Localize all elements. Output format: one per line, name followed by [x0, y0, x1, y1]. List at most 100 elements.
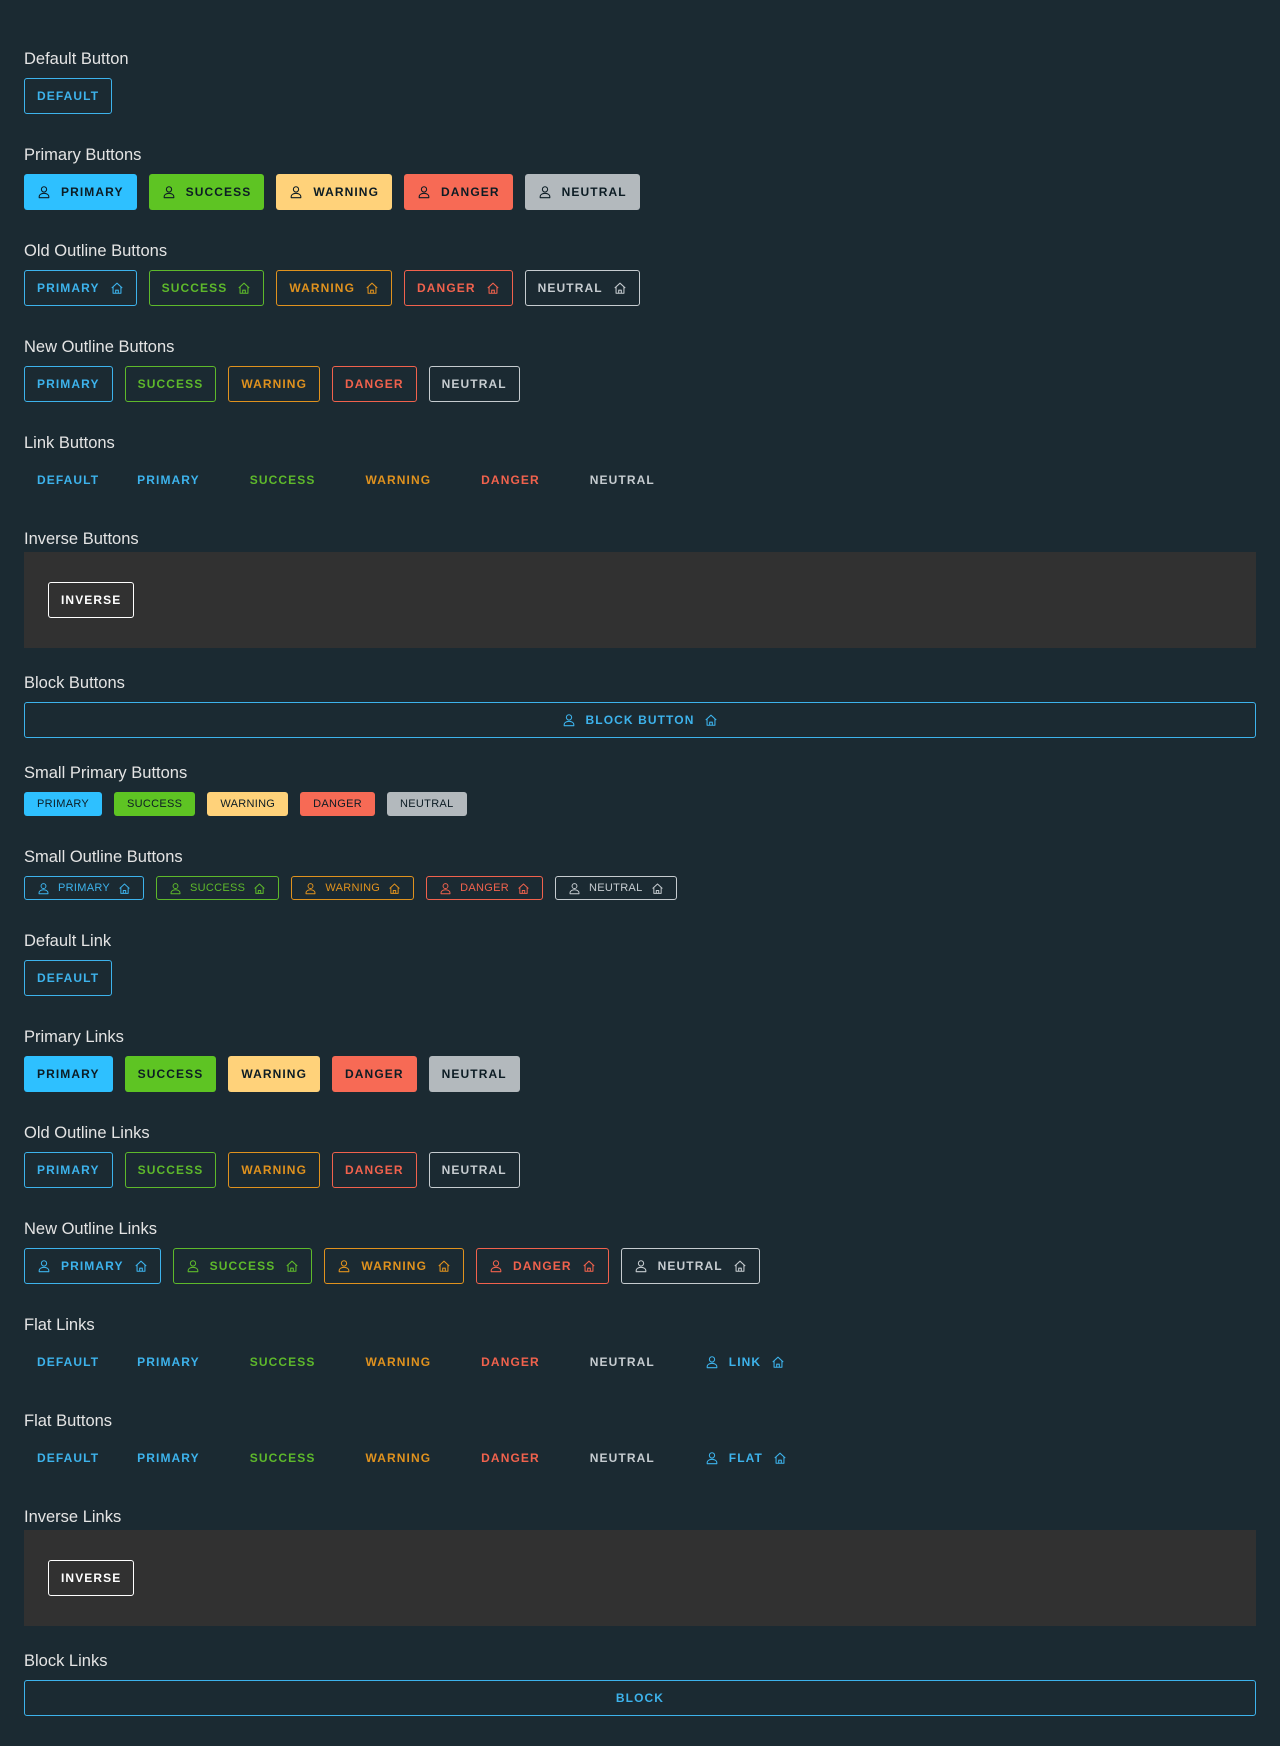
link-success-button[interactable]: SUCCESS: [237, 462, 341, 498]
block-link[interactable]: BLOCK: [24, 1680, 1256, 1716]
home-icon: [704, 713, 718, 727]
user-icon: [634, 1259, 648, 1273]
inverse-link[interactable]: INVERSE: [48, 1560, 135, 1596]
link-neutral-button[interactable]: NEUTRAL: [577, 462, 668, 498]
user-icon: [562, 713, 576, 727]
small-success-button[interactable]: SUCCESS: [114, 792, 196, 816]
link-danger-button[interactable]: DANGER: [468, 462, 565, 498]
flat-neutral-button[interactable]: NEUTRAL: [577, 1440, 680, 1476]
outline-neutral-link[interactable]: NEUTRAL: [428, 1152, 520, 1188]
outline-neutral-link[interactable]: NEUTRAL: [620, 1248, 760, 1284]
new-outline-buttons-row: PRIMARY SUCCESS WARNING DANGER NEUTRAL: [24, 366, 532, 402]
outline-warning-link[interactable]: WARNING: [324, 1248, 465, 1284]
link-primary-button[interactable]: PRIMARY: [124, 462, 225, 498]
home-icon: [582, 1259, 596, 1273]
link-warning-button[interactable]: WARNING: [352, 462, 456, 498]
flat-warning-link[interactable]: WARNING: [352, 1344, 456, 1380]
small-warning-button[interactable]: WARNING: [207, 792, 289, 816]
flat-link-with-icons[interactable]: LINK: [692, 1344, 798, 1380]
user-icon: [304, 882, 317, 895]
user-icon: [289, 185, 303, 199]
flat-primary-button[interactable]: PRIMARY: [124, 1440, 225, 1476]
outline-warning-link[interactable]: WARNING: [228, 1152, 321, 1188]
outline-neutral-button[interactable]: NEUTRAL: [428, 366, 520, 402]
section-title-link-buttons: Link Buttons: [24, 434, 115, 452]
outline-primary-link[interactable]: PRIMARY: [24, 1152, 113, 1188]
flat-success-link[interactable]: SUCCESS: [237, 1344, 341, 1380]
link-default-button[interactable]: DEFAULT: [24, 462, 112, 498]
user-icon: [568, 882, 581, 895]
section-title-primary-buttons: Primary Buttons: [24, 146, 142, 164]
home-icon: [388, 882, 401, 895]
outline-danger-link[interactable]: DANGER: [332, 1152, 417, 1188]
user-icon: [538, 185, 552, 199]
small-outline-buttons-row: PRIMARY SUCCESS WARNING DANGER NEUTRAL: [24, 876, 689, 900]
user-icon: [186, 1259, 200, 1273]
flat-danger-link[interactable]: DANGER: [468, 1344, 565, 1380]
home-icon: [773, 1451, 787, 1465]
neutral-link[interactable]: NEUTRAL: [428, 1056, 520, 1092]
outline-danger-button[interactable]: DANGER: [404, 270, 513, 306]
flat-warning-button[interactable]: WARNING: [352, 1440, 456, 1476]
outline-primary-link[interactable]: PRIMARY: [24, 1248, 161, 1284]
outline-success-button[interactable]: SUCCESS: [124, 366, 217, 402]
user-icon: [169, 882, 182, 895]
flat-primary-link[interactable]: PRIMARY: [124, 1344, 225, 1380]
home-icon: [237, 281, 251, 295]
neutral-button[interactable]: NEUTRAL: [524, 174, 640, 210]
section-title-inverse-links: Inverse Links: [24, 1508, 122, 1526]
outline-warning-button[interactable]: WARNING: [228, 366, 321, 402]
small-neutral-button[interactable]: NEUTRAL: [387, 792, 467, 816]
flat-neutral-link[interactable]: NEUTRAL: [577, 1344, 680, 1380]
home-icon: [365, 281, 379, 295]
flat-button-with-icons[interactable]: FLAT: [692, 1440, 800, 1476]
section-title-block-buttons: Block Buttons: [24, 674, 125, 692]
inverse-button[interactable]: INVERSE: [48, 582, 135, 618]
small-outline-success-button[interactable]: SUCCESS: [156, 876, 280, 900]
primary-buttons-row: PRIMARY SUCCESS WARNING DANGER NEUTRAL: [24, 174, 652, 210]
user-icon: [439, 882, 452, 895]
small-outline-danger-button[interactable]: DANGER: [426, 876, 544, 900]
small-outline-warning-button[interactable]: WARNING: [291, 876, 415, 900]
user-icon: [489, 1259, 503, 1273]
user-icon: [417, 185, 431, 199]
user-icon: [705, 1355, 719, 1369]
warning-button[interactable]: WARNING: [276, 174, 393, 210]
section-title-new-outline-buttons: New Outline Buttons: [24, 338, 175, 356]
section-title-small-outline-buttons: Small Outline Buttons: [24, 848, 183, 866]
success-link[interactable]: SUCCESS: [124, 1056, 217, 1092]
flat-danger-button[interactable]: DANGER: [468, 1440, 565, 1476]
small-outline-primary-button[interactable]: PRIMARY: [24, 876, 145, 900]
section-title-old-outline-buttons: Old Outline Buttons: [24, 242, 168, 260]
home-icon: [285, 1259, 299, 1273]
outline-primary-button[interactable]: PRIMARY: [24, 270, 137, 306]
outline-danger-button[interactable]: DANGER: [332, 366, 417, 402]
default-link[interactable]: DEFAULT: [24, 960, 113, 996]
home-icon: [613, 281, 627, 295]
small-danger-button[interactable]: DANGER: [300, 792, 376, 816]
default-button[interactable]: DEFAULT: [24, 78, 113, 114]
flat-default-link[interactable]: DEFAULT: [24, 1344, 112, 1380]
flat-default-button[interactable]: DEFAULT: [24, 1440, 112, 1476]
section-title-inverse-buttons: Inverse Buttons: [24, 530, 139, 548]
outline-success-button[interactable]: SUCCESS: [148, 270, 265, 306]
outline-neutral-button[interactable]: NEUTRAL: [524, 270, 640, 306]
small-primary-button[interactable]: PRIMARY: [24, 792, 103, 816]
outline-warning-button[interactable]: WARNING: [276, 270, 393, 306]
danger-link[interactable]: DANGER: [332, 1056, 417, 1092]
small-outline-neutral-button[interactable]: NEUTRAL: [555, 876, 677, 900]
block-button[interactable]: BLOCK BUTTON: [24, 702, 1256, 738]
section-title-old-outline-links: Old Outline Links: [24, 1124, 150, 1142]
outline-success-link[interactable]: SUCCESS: [124, 1152, 217, 1188]
inverse-panel: INVERSE: [24, 552, 1256, 648]
flat-success-button[interactable]: SUCCESS: [237, 1440, 341, 1476]
warning-link[interactable]: WARNING: [228, 1056, 321, 1092]
outline-success-link[interactable]: SUCCESS: [172, 1248, 313, 1284]
section-title-small-primary-buttons: Small Primary Buttons: [24, 764, 188, 782]
outline-danger-link[interactable]: DANGER: [476, 1248, 609, 1284]
primary-link[interactable]: PRIMARY: [24, 1056, 113, 1092]
primary-button[interactable]: PRIMARY: [24, 174, 137, 210]
danger-button[interactable]: DANGER: [404, 174, 513, 210]
outline-primary-button[interactable]: PRIMARY: [24, 366, 113, 402]
success-button[interactable]: SUCCESS: [148, 174, 265, 210]
